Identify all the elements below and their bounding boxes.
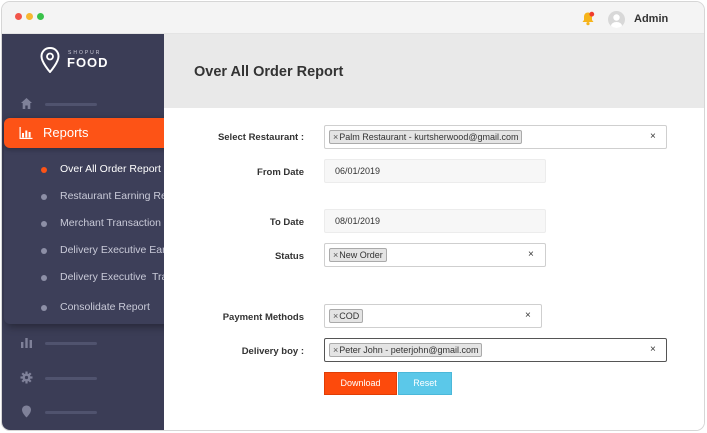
report-item-label: Consolidate Report xyxy=(60,301,150,313)
sidebar-placeholder-bar xyxy=(45,411,97,414)
bullet-dot xyxy=(41,221,47,227)
gear-icon xyxy=(20,371,33,384)
bar-chart-icon xyxy=(21,338,32,348)
sidebar-placeholder-bar xyxy=(45,342,97,345)
bell-icon[interactable] xyxy=(581,11,595,26)
main-content: Over All Order Report Select Restaurant … xyxy=(164,34,704,430)
reset-button[interactable]: Reset xyxy=(398,372,452,395)
page-header: Over All Order Report xyxy=(164,34,704,108)
download-button[interactable]: Download xyxy=(324,372,397,395)
window-close-dot[interactable] xyxy=(15,13,22,20)
restaurant-select[interactable]: ×Palm Restaurant - kurtsherwood@gmail.co… xyxy=(324,125,667,149)
status-select[interactable]: ×New Order × xyxy=(324,243,546,267)
restaurant-label: Select Restaurant : xyxy=(217,132,304,143)
window-minimize-dot[interactable] xyxy=(26,13,33,20)
payment-tag-text: COD xyxy=(339,311,360,321)
avatar[interactable] xyxy=(608,11,625,28)
payment-methods-select[interactable]: ×COD × xyxy=(324,304,542,328)
bullet-dot xyxy=(41,194,47,200)
payment-tag: ×COD xyxy=(329,309,364,323)
from-date-label: From Date xyxy=(257,167,304,178)
from-date-value: 06/01/2019 xyxy=(335,166,381,176)
sidebar-item-settings[interactable] xyxy=(20,371,110,385)
title-bar: Admin xyxy=(2,2,704,34)
bullet-dot xyxy=(41,248,47,254)
delivery-boy-tag-text: Peter John - peterjohn@gmail.com xyxy=(339,345,479,355)
report-item-label: Over All Order Report xyxy=(60,163,161,175)
tag-remove-icon[interactable]: × xyxy=(333,311,338,321)
delivery-boy-select[interactable]: ×Peter John - peterjohn@gmail.com × xyxy=(324,338,667,362)
status-tag-text: New Order xyxy=(339,250,383,260)
page-title: Over All Order Report xyxy=(194,64,344,80)
sidebar-placeholder-bar xyxy=(45,377,97,380)
bullet-dot xyxy=(41,167,47,173)
home-icon xyxy=(21,98,32,109)
payment-methods-label: Payment Methods xyxy=(222,312,304,323)
bullet-dot xyxy=(41,275,47,281)
sidebar-item-locations[interactable] xyxy=(20,405,110,419)
to-date-label: To Date xyxy=(269,217,304,228)
status-tag: ×New Order xyxy=(329,248,387,262)
restaurant-tag: ×Palm Restaurant - kurtsherwood@gmail.co… xyxy=(329,130,523,144)
sidebar-placeholder-bar xyxy=(45,103,97,106)
sidebar-item-analytics[interactable] xyxy=(20,336,110,350)
from-date-input[interactable]: 06/01/2019 xyxy=(324,159,546,183)
logo-text: FOOD xyxy=(67,55,109,70)
window-maximize-dot[interactable] xyxy=(37,13,44,20)
user-icon xyxy=(611,14,622,28)
delivery-boy-label: Delivery boy : xyxy=(241,346,304,357)
bullet-dot xyxy=(41,305,47,311)
app-window: Admin SHOPUR FOOD Reports Over All Order… xyxy=(1,1,705,431)
delivery-boy-tag: ×Peter John - peterjohn@gmail.com xyxy=(329,343,483,357)
status-clear-icon[interactable]: × xyxy=(528,249,534,260)
reports-label: Reports xyxy=(43,125,89,140)
to-date-input[interactable]: 08/01/2019 xyxy=(324,209,546,233)
reports-chart-icon xyxy=(19,127,33,139)
payment-clear-icon[interactable]: × xyxy=(525,310,531,321)
sidebar-item-home[interactable] xyxy=(20,97,110,111)
admin-name[interactable]: Admin xyxy=(634,13,668,25)
to-date-value: 08/01/2019 xyxy=(335,216,381,226)
tag-remove-icon[interactable]: × xyxy=(333,345,338,355)
restaurant-tag-text: Palm Restaurant - kurtsherwood@gmail.com xyxy=(339,132,519,142)
delivery-boy-clear-icon[interactable]: × xyxy=(650,344,656,355)
restaurant-clear-icon[interactable]: × xyxy=(650,131,656,142)
tag-remove-icon[interactable]: × xyxy=(333,250,338,260)
location-pin-icon xyxy=(22,405,31,418)
status-label: Status xyxy=(274,251,304,262)
tag-remove-icon[interactable]: × xyxy=(333,132,338,142)
logo-pin-icon xyxy=(40,47,60,73)
